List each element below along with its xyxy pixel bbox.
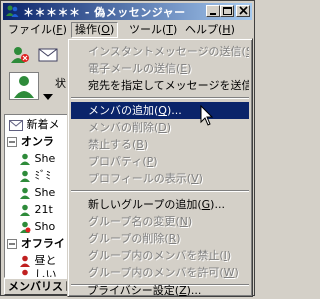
status-dropdown-icon[interactable] — [43, 94, 53, 100]
menu-tools[interactable]: ツール(T) — [126, 22, 180, 38]
messenger-app-icon — [6, 5, 19, 17]
menu-item-properties[interactable]: プロパティ(P) — [71, 153, 249, 170]
offline-group-header[interactable]: オフライ — [7, 236, 65, 252]
toolbar — [3, 41, 69, 67]
tab-bar: メンバリスト — [4, 278, 78, 295]
title-bar[interactable]: ＊＊＊＊＊ - 偽メッセンジャー — [3, 3, 252, 20]
menu-separator — [71, 190, 249, 192]
menu-item-block-group-members[interactable]: グループ内のメンバを禁止(I) — [71, 247, 249, 264]
mail-icon — [9, 119, 23, 131]
menu-item-send-email[interactable]: 電子メールの送信(E) — [71, 60, 249, 77]
mouse-pointer-icon — [200, 105, 214, 126]
contact-item[interactable]: She — [19, 151, 55, 167]
new-mail-row[interactable]: 新着メ — [9, 117, 60, 133]
window-title: ＊＊＊＊＊ - 偽メッセンジャー — [23, 6, 186, 19]
mail-icon[interactable] — [37, 44, 59, 64]
menu-item-rename-group[interactable]: グループ名の変更(N) — [71, 213, 249, 230]
contact-item[interactable]: Sho — [19, 219, 55, 235]
menu-help[interactable]: ヘルプ(H) — [182, 22, 238, 38]
menu-separator — [71, 97, 249, 99]
menu-item-add-member[interactable]: メンバの追加(Q)... — [71, 102, 249, 119]
contact-item[interactable]: 21t — [19, 202, 53, 218]
menu-file[interactable]: ファイル(F) — [5, 22, 70, 38]
menu-item-privacy-settings[interactable]: プライバシー設定(Z)... — [70, 282, 248, 299]
menu-operation[interactable]: 操作(O) — [71, 22, 119, 38]
buddy-online-icon — [20, 187, 30, 199]
collapse-icon — [7, 239, 17, 249]
buddy-busy-icon — [20, 221, 31, 233]
user-avatar-icon[interactable] — [9, 72, 39, 100]
buddy-online-icon — [20, 170, 30, 182]
buddy-offline-icon — [20, 255, 30, 267]
add-contact-icon[interactable] — [9, 44, 31, 64]
menu-item-block[interactable]: 禁止する(B) — [71, 136, 249, 153]
buddy-offline-icon — [22, 269, 28, 276]
menu-item-send-message-to[interactable]: 宛先を指定してメッセージを送信(A)... — [71, 77, 249, 94]
minimize-button[interactable] — [206, 5, 220, 17]
status-label: 状 — [55, 77, 66, 90]
menu-bar: ファイル(F) 操作(O) ツール(T) ヘルプ(H) — [3, 21, 252, 39]
menu-item-send-instant-message[interactable]: インスタントメッセージの送信(S)... — [71, 43, 249, 60]
online-group-header[interactable]: オンラ — [7, 134, 54, 150]
menu-item-allow-group-members[interactable]: グループ内のメンバを許可(W) — [71, 264, 249, 281]
close-button[interactable] — [236, 5, 250, 17]
app-window: ＊＊＊＊＊ - 偽メッセンジャー ファイル(F) 操作(O) ツール(T) ヘル… — [0, 0, 255, 299]
maximize-button[interactable] — [220, 5, 234, 17]
menu-item-delete-group[interactable]: グループの削除(R) — [71, 230, 249, 247]
contact-list: 新着メ オンラ She ﾐﾞﾐ She 21t Sho オフライ 昼と しい — [4, 114, 68, 278]
maximize-icon — [223, 7, 232, 15]
buddy-online-icon — [20, 204, 30, 216]
buddy-online-icon — [20, 153, 30, 165]
close-icon — [239, 6, 248, 15]
contact-item[interactable]: She — [19, 185, 55, 201]
menu-item-add-group[interactable]: 新しいグループの追加(G)... — [71, 196, 249, 213]
menu-item-view-profile[interactable]: プロフィールの表示(V) — [71, 170, 249, 187]
contact-item[interactable]: しい — [19, 267, 57, 277]
menu-item-delete-member[interactable]: メンバの削除(D) — [71, 119, 249, 136]
contact-item[interactable]: ﾐﾞﾐ — [19, 168, 51, 184]
operation-menu-dropdown: インスタントメッセージの送信(S)... 電子メールの送信(E) 宛先を指定して… — [67, 38, 253, 297]
collapse-icon — [7, 137, 17, 147]
minimize-icon — [210, 13, 216, 15]
